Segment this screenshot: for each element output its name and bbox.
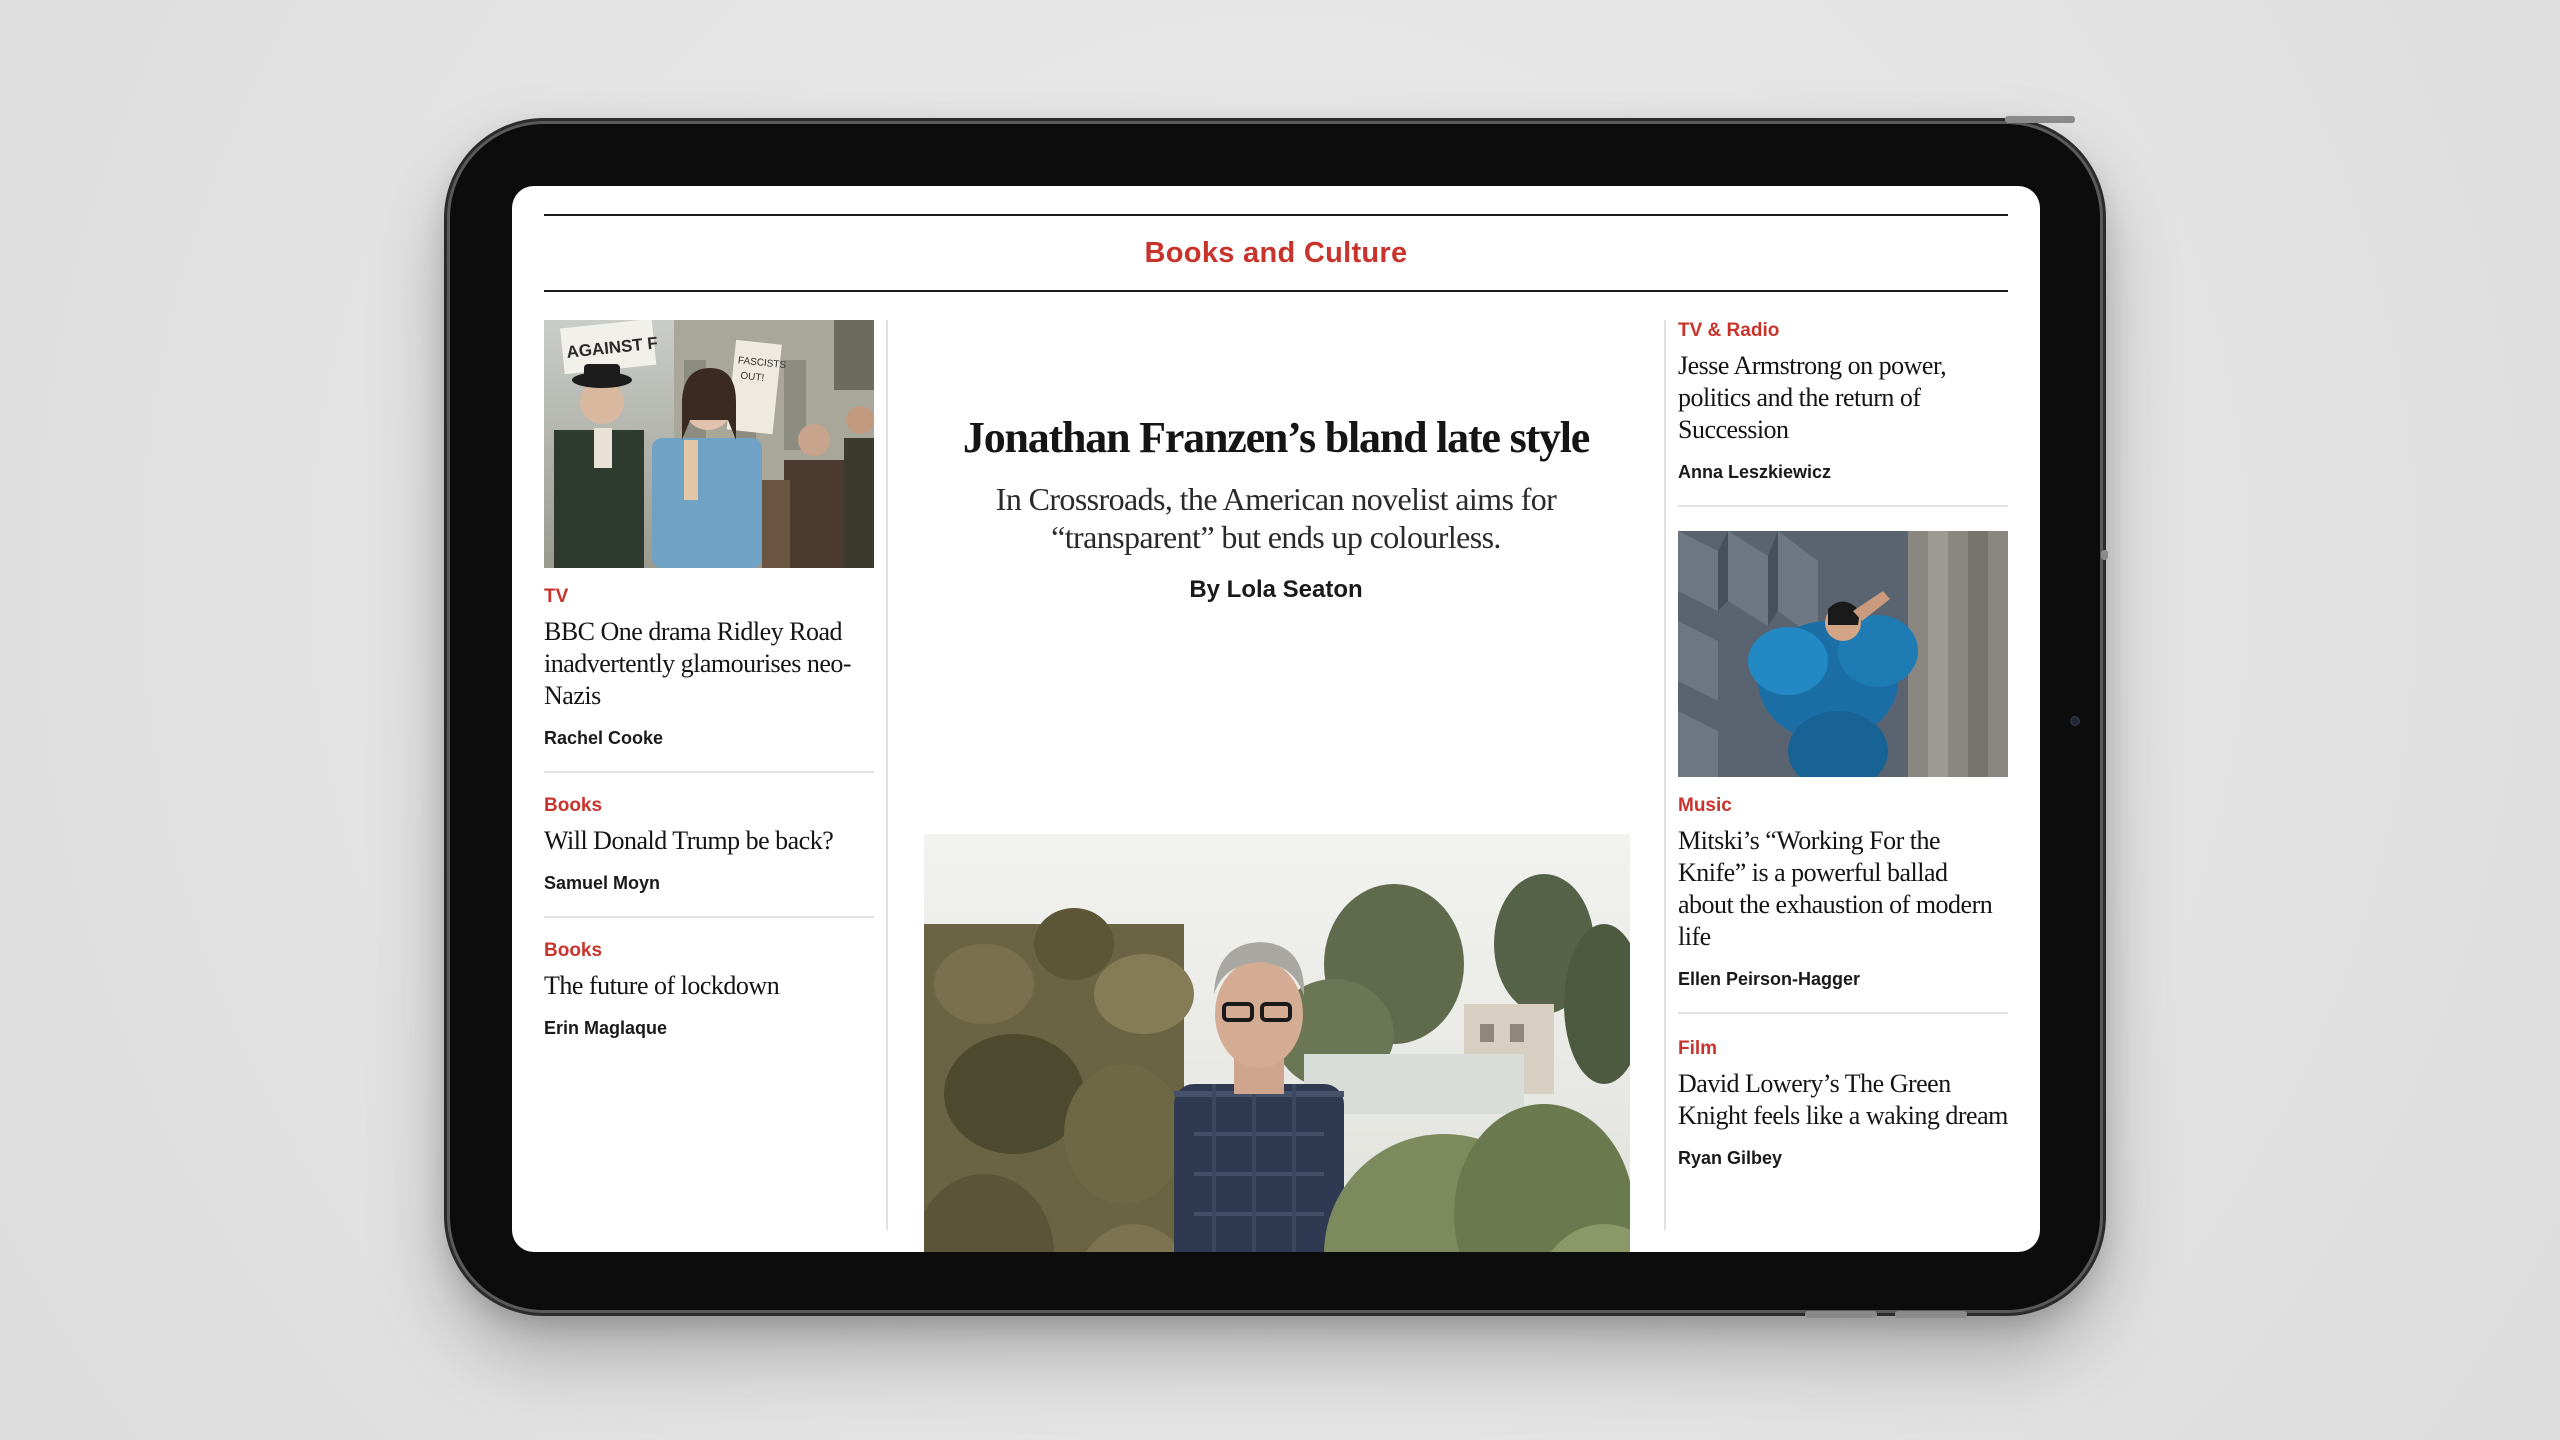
article-headline[interactable]: The future of lockdown (544, 970, 874, 1002)
article-author[interactable]: Ellen Peirson-Hagger (1678, 969, 2008, 990)
article-author[interactable]: Erin Maglaque (544, 1018, 874, 1039)
article-headline[interactable]: Mitski’s “Working For the Knife” is a po… (1678, 825, 2008, 953)
feature-standfirst[interactable]: In Crossroads, the American novelist aim… (970, 480, 1582, 556)
article-card[interactable]: Books Will Donald Trump be back? Samuel … (544, 795, 874, 894)
article-headline[interactable]: Jesse Armstrong on power, politics and t… (1678, 350, 2008, 446)
feature-byline[interactable]: By Lola Seaton (900, 576, 1652, 604)
singer-blue-dress-photo[interactable] (1678, 531, 2008, 777)
article-author[interactable]: Ryan Gilbey (1678, 1148, 2008, 1169)
article-kicker[interactable]: Books (544, 940, 874, 962)
section-header: Books and Culture (544, 214, 2008, 292)
article-kicker[interactable]: Film (1678, 1038, 2008, 1060)
feature-headline[interactable]: Jonathan Franzen’s bland late style (900, 412, 1652, 463)
volume-up-button (1805, 1311, 1877, 1318)
article-author[interactable]: Anna Leszkiewicz (1678, 462, 2008, 483)
section-title[interactable]: Books and Culture (1145, 237, 1408, 270)
column-divider-right (1664, 320, 1666, 1230)
volume-down-button (1895, 1311, 1967, 1318)
article-card[interactable]: TV & Radio Jesse Armstrong on power, pol… (1678, 320, 2008, 483)
column-divider-left (886, 320, 888, 1230)
feature-article[interactable]: Jonathan Franzen’s bland late style In C… (900, 320, 1652, 1252)
article-card[interactable]: AGAINST F FASCISTS OUT! TV BBC One drama… (544, 320, 874, 749)
article-kicker[interactable]: Books (544, 795, 874, 817)
article-author[interactable]: Samuel Moyn (544, 873, 874, 894)
right-column: TV & Radio Jesse Armstrong on power, pol… (1678, 320, 2008, 1169)
article-card[interactable]: Film David Lowery’s The Green Knight fee… (1678, 1038, 2008, 1169)
power-button (2005, 116, 2075, 123)
side-button (2101, 550, 2108, 560)
article-headline[interactable]: BBC One drama Ridley Road inadvertently … (544, 616, 874, 712)
article-kicker[interactable]: Music (1678, 795, 2008, 817)
article-headline[interactable]: David Lowery’s The Green Knight feels li… (1678, 1068, 2008, 1132)
front-camera (2070, 716, 2080, 726)
article-kicker[interactable]: TV (544, 586, 874, 608)
left-column: AGAINST F FASCISTS OUT! TV BBC One drama… (544, 320, 874, 1039)
article-headline[interactable]: Will Donald Trump be back? (544, 825, 874, 857)
article-card[interactable]: Music Mitski’s “Working For the Knife” i… (1678, 531, 2008, 990)
article-card[interactable]: Books The future of lockdown Erin Maglaq… (544, 940, 874, 1039)
protest-crowd-photo[interactable]: AGAINST F FASCISTS OUT! (544, 320, 874, 568)
article-kicker[interactable]: TV & Radio (1678, 320, 2008, 342)
man-in-garden-photo[interactable] (924, 834, 1630, 1252)
tablet-device: Books and Culture AGAINST F FASCISTS OUT… (450, 116, 2108, 1318)
tablet-screen: Books and Culture AGAINST F FASCISTS OUT… (512, 186, 2040, 1252)
article-author[interactable]: Rachel Cooke (544, 728, 874, 749)
